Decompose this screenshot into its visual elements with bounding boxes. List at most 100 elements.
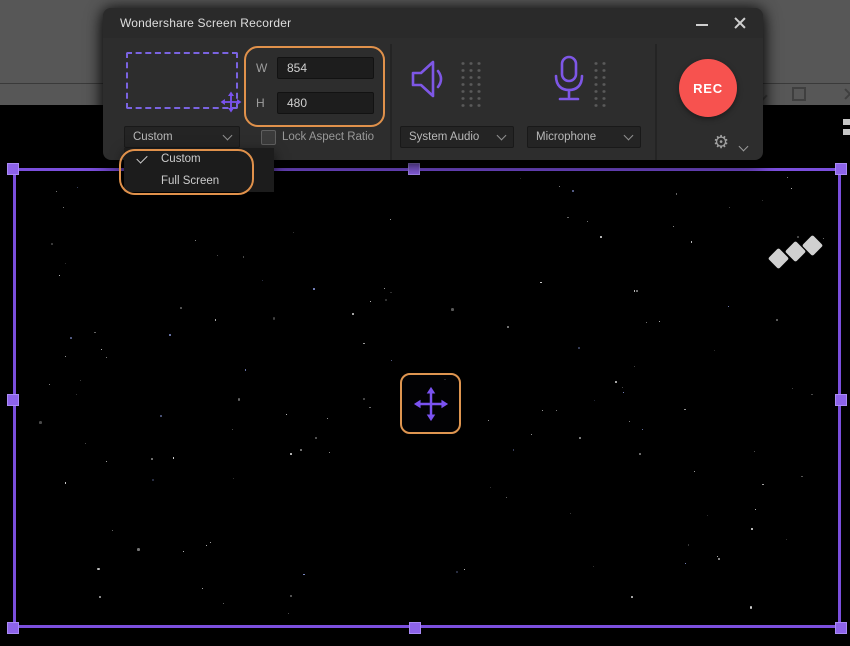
star xyxy=(64,355,66,357)
star xyxy=(727,305,730,308)
system-audio-select[interactable]: System Audio xyxy=(400,126,514,148)
star xyxy=(786,539,787,541)
resize-handle[interactable] xyxy=(835,622,847,634)
move-selection-icon[interactable] xyxy=(220,91,242,113)
background-artifact xyxy=(843,129,850,135)
star xyxy=(55,191,57,193)
background-close-icon[interactable] xyxy=(844,88,850,100)
star xyxy=(328,451,331,454)
star xyxy=(384,287,385,289)
star xyxy=(390,359,392,361)
volume-level-dots xyxy=(459,60,482,107)
star xyxy=(286,413,288,415)
star xyxy=(541,409,544,412)
star xyxy=(48,384,50,385)
star xyxy=(728,206,730,208)
lock-aspect-label: Lock Aspect Ratio xyxy=(282,131,375,143)
star xyxy=(556,410,558,412)
star xyxy=(105,461,107,462)
star xyxy=(242,256,245,258)
star xyxy=(261,279,263,281)
titlebar: Wondershare Screen Recorder xyxy=(103,8,763,38)
star xyxy=(570,512,572,514)
star xyxy=(94,331,96,334)
star xyxy=(694,470,695,472)
microphone-value: Microphone xyxy=(536,131,597,143)
resize-handle[interactable] xyxy=(409,622,421,634)
star xyxy=(363,342,365,345)
window-title: Wondershare Screen Recorder xyxy=(120,16,292,30)
move-region-button[interactable] xyxy=(400,373,461,434)
star xyxy=(642,429,643,431)
star xyxy=(490,486,492,488)
star xyxy=(232,477,234,479)
star xyxy=(111,530,113,532)
star xyxy=(105,357,107,359)
section-divider xyxy=(390,44,392,160)
width-input[interactable] xyxy=(277,57,374,79)
resize-handle[interactable] xyxy=(7,622,19,634)
star xyxy=(63,207,65,209)
star xyxy=(70,337,72,339)
star xyxy=(456,571,458,573)
star xyxy=(801,475,803,478)
star xyxy=(633,290,636,292)
star xyxy=(195,239,197,241)
star xyxy=(675,193,678,195)
star xyxy=(64,482,67,485)
star xyxy=(244,368,247,371)
star xyxy=(292,231,295,234)
star xyxy=(684,562,686,564)
minimize-button[interactable] xyxy=(693,17,711,31)
recorder-panel: Wondershare Screen Recorder W H Custom xyxy=(103,8,763,195)
star xyxy=(792,388,794,390)
move-arrows-icon xyxy=(413,386,448,421)
star xyxy=(623,392,625,394)
rec-button[interactable]: REC xyxy=(679,59,737,117)
star xyxy=(754,508,756,510)
microphone-icon xyxy=(554,55,584,101)
star xyxy=(64,263,66,265)
resize-handle[interactable] xyxy=(835,394,847,406)
gear-chevron-down-icon[interactable] xyxy=(738,141,749,152)
star xyxy=(684,408,686,411)
menu-item-custom[interactable]: Custom xyxy=(124,148,274,170)
star xyxy=(232,429,233,431)
star xyxy=(169,334,171,336)
star xyxy=(628,420,631,423)
desktop: Wondershare Screen Recorder W H Custom xyxy=(0,0,850,646)
background-maximize-icon[interactable] xyxy=(792,87,806,101)
resize-handle[interactable] xyxy=(408,163,420,175)
preset-select[interactable]: Custom xyxy=(124,126,240,148)
star xyxy=(749,606,753,609)
star xyxy=(690,240,693,243)
star xyxy=(579,437,582,440)
star xyxy=(540,281,542,284)
star xyxy=(512,449,515,451)
lock-aspect-checkbox[interactable] xyxy=(261,130,276,145)
section-divider xyxy=(655,44,657,160)
system-audio-value: System Audio xyxy=(409,131,480,143)
menu-item-full-screen[interactable]: Full Screen xyxy=(124,170,274,192)
chevron-down-icon xyxy=(623,130,634,141)
star xyxy=(687,543,690,546)
height-input[interactable] xyxy=(277,92,374,114)
close-button[interactable] xyxy=(731,14,749,32)
star xyxy=(151,478,155,482)
star xyxy=(593,566,595,568)
star xyxy=(97,567,100,571)
star xyxy=(558,185,561,188)
resize-handle[interactable] xyxy=(7,163,19,175)
star xyxy=(182,551,184,552)
resize-handle[interactable] xyxy=(835,163,847,175)
star xyxy=(303,573,305,576)
star xyxy=(639,452,641,455)
preset-select-value: Custom xyxy=(133,131,173,143)
resize-handle[interactable] xyxy=(7,394,19,406)
gear-icon[interactable]: ⚙ xyxy=(713,133,729,151)
star xyxy=(369,406,371,409)
star xyxy=(633,366,635,367)
microphone-select[interactable]: Microphone xyxy=(527,126,641,148)
star xyxy=(202,588,204,589)
star xyxy=(385,299,388,301)
